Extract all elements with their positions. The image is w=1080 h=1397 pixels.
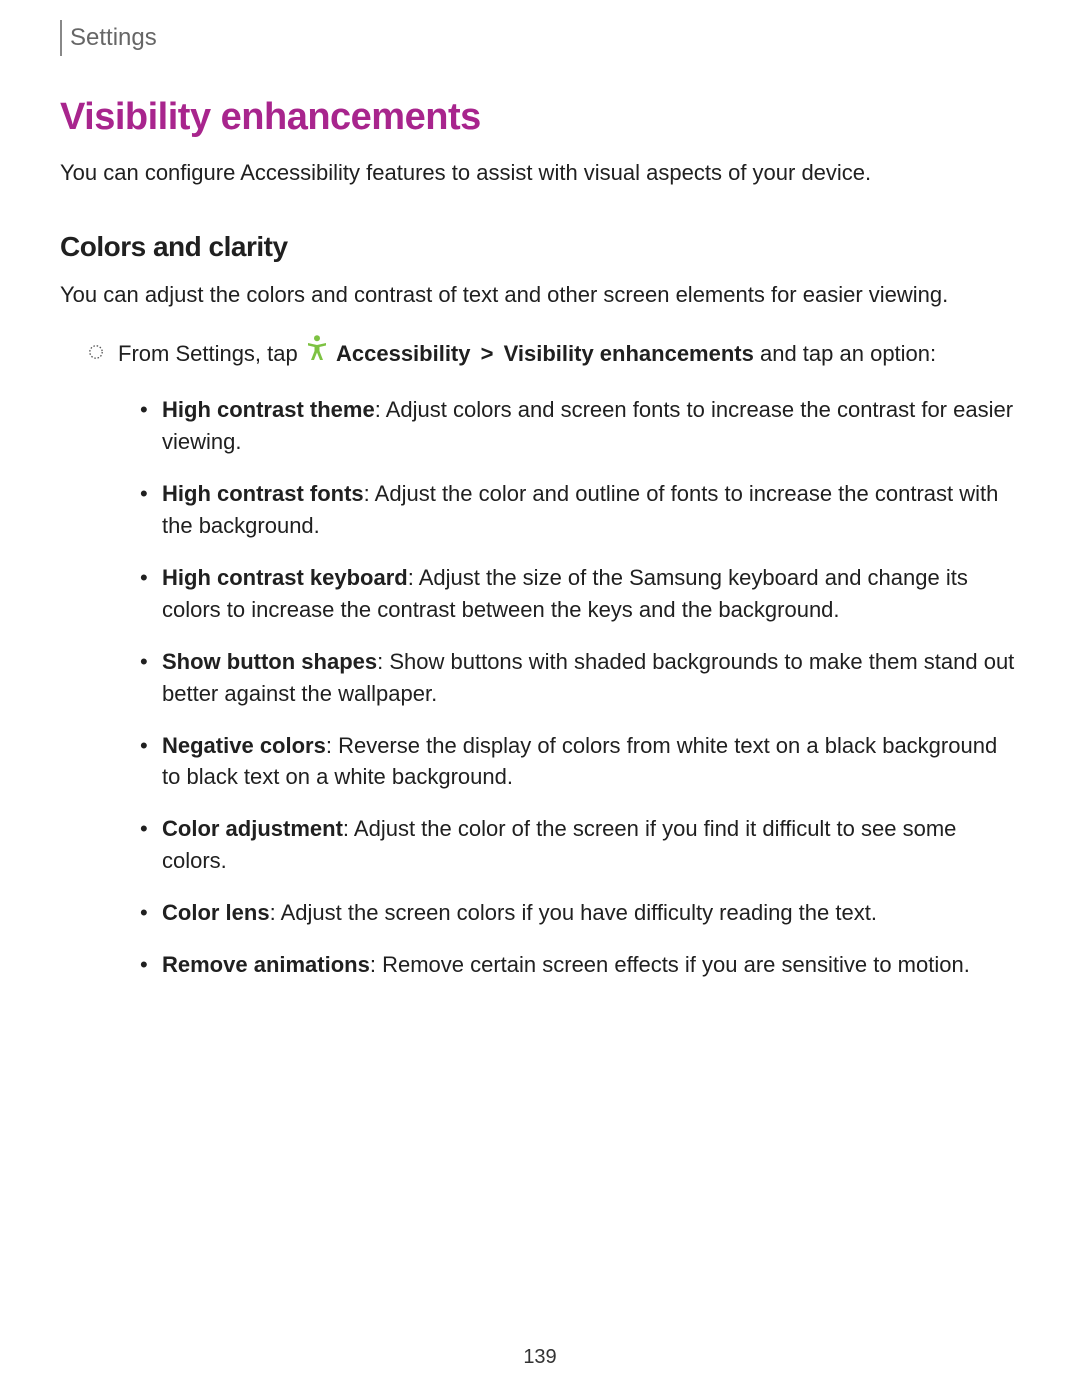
dotted-circle-bullet-icon	[88, 344, 104, 360]
path-label: Visibility enhancements	[504, 341, 754, 366]
option-desc: : Remove certain screen effects if you a…	[370, 952, 970, 977]
options-list: High contrast theme: Adjust colors and s…	[140, 394, 1020, 980]
option-name: High contrast keyboard	[162, 565, 408, 590]
page-intro: You can configure Accessibility features…	[60, 157, 1020, 189]
page-title: Visibility enhancements	[60, 96, 1020, 139]
instruction-row: From Settings, tap Accessibility > Visib…	[88, 337, 1020, 373]
option-name: Show button shapes	[162, 649, 377, 674]
option-name: Negative colors	[162, 733, 326, 758]
list-item: High contrast fonts: Adjust the color an…	[140, 478, 1020, 542]
accessibility-label: Accessibility	[336, 341, 471, 366]
option-name: High contrast fonts	[162, 481, 364, 506]
instruction-suffix: and tap an option:	[760, 341, 936, 366]
accessibility-person-icon	[306, 335, 328, 370]
list-item: Remove animations: Remove certain screen…	[140, 949, 1020, 981]
page-number: 139	[0, 1346, 1080, 1369]
instruction-text: From Settings, tap Accessibility > Visib…	[118, 337, 1020, 373]
option-name: Remove animations	[162, 952, 370, 977]
instruction-prefix: From Settings, tap	[118, 341, 304, 366]
list-item: Color adjustment: Adjust the color of th…	[140, 813, 1020, 877]
option-desc: : Adjust the screen colors if you have d…	[270, 900, 877, 925]
list-item: Show button shapes: Show buttons with sh…	[140, 646, 1020, 710]
header-divider	[60, 20, 62, 56]
section-text: You can adjust the colors and contrast o…	[60, 279, 1020, 311]
section-title: Colors and clarity	[60, 231, 1020, 263]
list-item: High contrast keyboard: Adjust the size …	[140, 562, 1020, 626]
list-item: Negative colors: Reverse the display of …	[140, 730, 1020, 794]
chevron-right-icon: >	[481, 341, 494, 366]
breadcrumb-label: Settings	[70, 24, 157, 52]
breadcrumb-header: Settings	[60, 0, 1020, 56]
list-item: High contrast theme: Adjust colors and s…	[140, 394, 1020, 458]
option-name: Color lens	[162, 900, 270, 925]
option-name: Color adjustment	[162, 816, 343, 841]
option-name: High contrast theme	[162, 397, 375, 422]
list-item: Color lens: Adjust the screen colors if …	[140, 897, 1020, 929]
